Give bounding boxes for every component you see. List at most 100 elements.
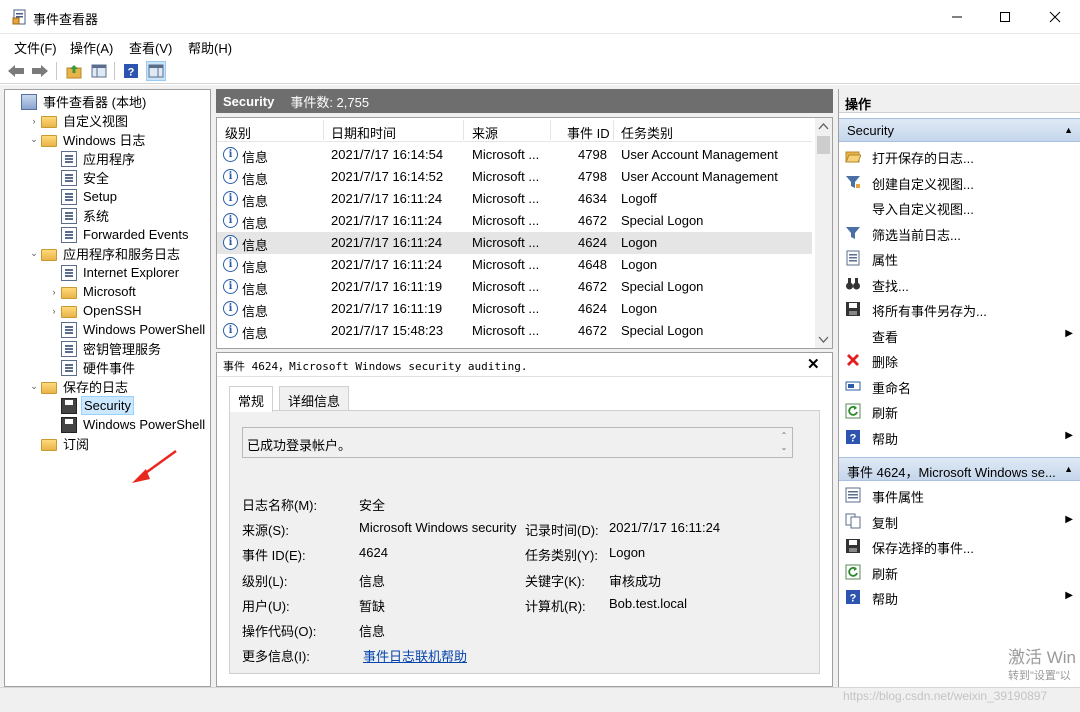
tree-node[interactable]: ⌄ 应用程序和服务日志: [27, 244, 182, 263]
action-item[interactable]: 事件属性: [839, 483, 1080, 508]
action-item[interactable]: 将所有事件另存为...: [839, 297, 1080, 322]
column-datetime[interactable]: 日期和时间: [331, 123, 396, 142]
minimize-button[interactable]: [934, 0, 980, 34]
events-scrollbar[interactable]: [815, 118, 832, 348]
action-item[interactable]: 重命名: [839, 374, 1080, 399]
log-icon: [61, 169, 77, 186]
help-button[interactable]: ?: [121, 61, 141, 81]
actions-section-log[interactable]: Security ▲: [839, 118, 1080, 142]
toolbar: ?: [0, 57, 1080, 84]
event-source: Microsoft ...: [472, 191, 540, 206]
show-action-pane-button[interactable]: [146, 61, 166, 81]
action-label: 导入自定义视图...: [872, 202, 974, 217]
tree-node[interactable]: Windows PowerShell: [47, 320, 207, 339]
action-item[interactable]: ? 帮助 ▶: [839, 585, 1080, 610]
maximize-button[interactable]: [982, 0, 1028, 34]
scroll-down-icon[interactable]: [815, 331, 832, 347]
actions-section-event[interactable]: 事件 4624，Microsoft Windows se... ▲: [839, 457, 1080, 481]
event-source: Microsoft ...: [472, 257, 540, 272]
tree-node[interactable]: 应用程序: [47, 149, 137, 168]
column-level[interactable]: 级别: [225, 123, 251, 142]
scroll-up-icon[interactable]: [815, 119, 832, 135]
tree-node[interactable]: Internet Explorer: [47, 263, 181, 282]
action-item[interactable]: 创建自定义视图...: [839, 170, 1080, 195]
menu-view[interactable]: 查看(V): [129, 38, 172, 57]
event-row[interactable]: i 信息 2021/7/17 16:11:24 Microsoft ... 4648 Lo…: [217, 254, 812, 276]
expanded-chevron-icon[interactable]: ⌄: [27, 134, 41, 145]
message-scrollbar[interactable]: ⌃ ⌄: [778, 430, 790, 454]
event-datetime: 2021/7/17 16:14:54: [331, 147, 444, 162]
event-task-category: Logon: [621, 257, 658, 272]
tab-details[interactable]: 详细信息: [279, 386, 350, 411]
action-item[interactable]: 复制 ▶: [839, 509, 1080, 534]
action-item[interactable]: 刷新: [839, 560, 1080, 585]
collapsed-chevron-icon[interactable]: ›: [27, 116, 41, 126]
tree-node[interactable]: Setup: [47, 187, 119, 206]
detail-close-button[interactable]: ✕: [807, 355, 820, 373]
event-row[interactable]: i 信息 2021/7/17 16:14:52 Microsoft ... 4798 Us…: [217, 166, 812, 188]
show-hide-tree-button[interactable]: [89, 61, 109, 81]
more-info-link[interactable]: 事件日志联机帮助: [363, 646, 467, 665]
event-row[interactable]: i 信息 2021/7/17 16:11:19 Microsoft ... 4672 Sp…: [217, 276, 812, 298]
tree-node[interactable]: 系统: [47, 206, 111, 225]
back-button[interactable]: [6, 61, 26, 81]
action-item[interactable]: 属性: [839, 246, 1080, 271]
action-item[interactable]: 删除: [839, 348, 1080, 373]
activate-windows-hint: 转到"设置"以: [1008, 670, 1071, 682]
column-header: 级别 日期和时间 来源 事件 ID 任务类别: [217, 118, 812, 142]
event-row[interactable]: i 信息 2021/7/17 16:11:24 Microsoft ... 4634 Lo…: [217, 188, 812, 210]
action-label: 筛选当前日志...: [872, 227, 961, 243]
value-opcode: 信息: [359, 624, 386, 639]
action-item[interactable]: ? 帮助 ▶: [839, 425, 1080, 450]
menu-file[interactable]: 文件(F): [14, 38, 57, 57]
tree-node[interactable]: 事件查看器 (本地): [7, 92, 148, 111]
tree-node[interactable]: › 自定义视图: [27, 111, 130, 130]
tree-node[interactable]: ⌄ Windows 日志: [27, 130, 147, 149]
close-button[interactable]: [1032, 0, 1078, 34]
value-logged: 2021/7/17 16:11:24: [609, 520, 721, 535]
action-item[interactable]: 筛选当前日志...: [839, 221, 1080, 246]
up-level-button[interactable]: [64, 61, 84, 81]
tree-node[interactable]: 安全: [47, 168, 111, 187]
expanded-chevron-icon[interactable]: ⌄: [27, 381, 41, 392]
tree-node[interactable]: ⌄ 保存的日志: [27, 377, 130, 396]
action-item[interactable]: 保存选择的事件...: [839, 534, 1080, 559]
expanded-chevron-icon[interactable]: ⌄: [27, 248, 41, 259]
event-row[interactable]: i 信息 2021/7/17 16:11:19 Microsoft ... 4624 Lo…: [217, 298, 812, 320]
collapsed-chevron-icon[interactable]: ›: [47, 287, 61, 297]
menu-action[interactable]: 操作(A): [70, 38, 113, 57]
action-item[interactable]: 打开保存的日志...: [839, 144, 1080, 169]
event-row[interactable]: i 信息 2021/7/17 15:48:23 Microsoft ... 4672 Sp…: [217, 320, 812, 342]
tree-node[interactable]: Forwarded Events: [47, 225, 191, 244]
event-row[interactable]: i 信息 2021/7/17 16:11:24 Microsoft ... 4624 Lo…: [217, 232, 812, 254]
event-row[interactable]: i 信息 2021/7/17 16:14:54 Microsoft ... 4798 Us…: [217, 144, 812, 166]
value-source: Microsoft Windows security: [359, 520, 517, 535]
forward-button[interactable]: [30, 61, 50, 81]
action-item[interactable]: 查看 ▶: [839, 323, 1080, 348]
event-level: 信息: [242, 326, 269, 341]
event-row[interactable]: i 信息 2021/7/17 16:11:24 Microsoft ... 4672 Sp…: [217, 210, 812, 232]
tree-node[interactable]: 密钥管理服务: [47, 339, 163, 358]
column-source[interactable]: 来源: [472, 123, 498, 142]
column-event-id[interactable]: 事件 ID: [567, 123, 610, 142]
tree-node[interactable]: Windows PowerShell: [47, 415, 207, 434]
action-item[interactable]: 查找...: [839, 272, 1080, 297]
collapsed-chevron-icon[interactable]: ›: [47, 306, 61, 316]
tree-node[interactable]: › OpenSSH: [47, 301, 144, 320]
action-item[interactable]: 刷新: [839, 399, 1080, 424]
column-task-category[interactable]: 任务类别: [621, 123, 673, 142]
tab-general[interactable]: 常规: [229, 386, 274, 412]
action-item[interactable]: 导入自定义视图...: [839, 195, 1080, 220]
tree-node[interactable]: 硬件事件: [47, 358, 137, 377]
refresh-icon: [845, 564, 861, 579]
event-viewer-icon: [21, 93, 37, 110]
tree-node[interactable]: 订阅: [27, 434, 91, 453]
tree-node[interactable]: Security: [47, 396, 134, 415]
value-log-name: 安全: [359, 498, 386, 513]
menu-help[interactable]: 帮助(H): [188, 38, 232, 57]
tree-node[interactable]: › Microsoft: [47, 282, 138, 301]
event-message[interactable]: 已成功登录帐户。 ⌃ ⌄: [242, 427, 793, 458]
scroll-thumb[interactable]: [817, 136, 830, 154]
tree-node-label: 应用程序: [83, 152, 136, 167]
action-label: 打开保存的日志...: [872, 151, 974, 166]
